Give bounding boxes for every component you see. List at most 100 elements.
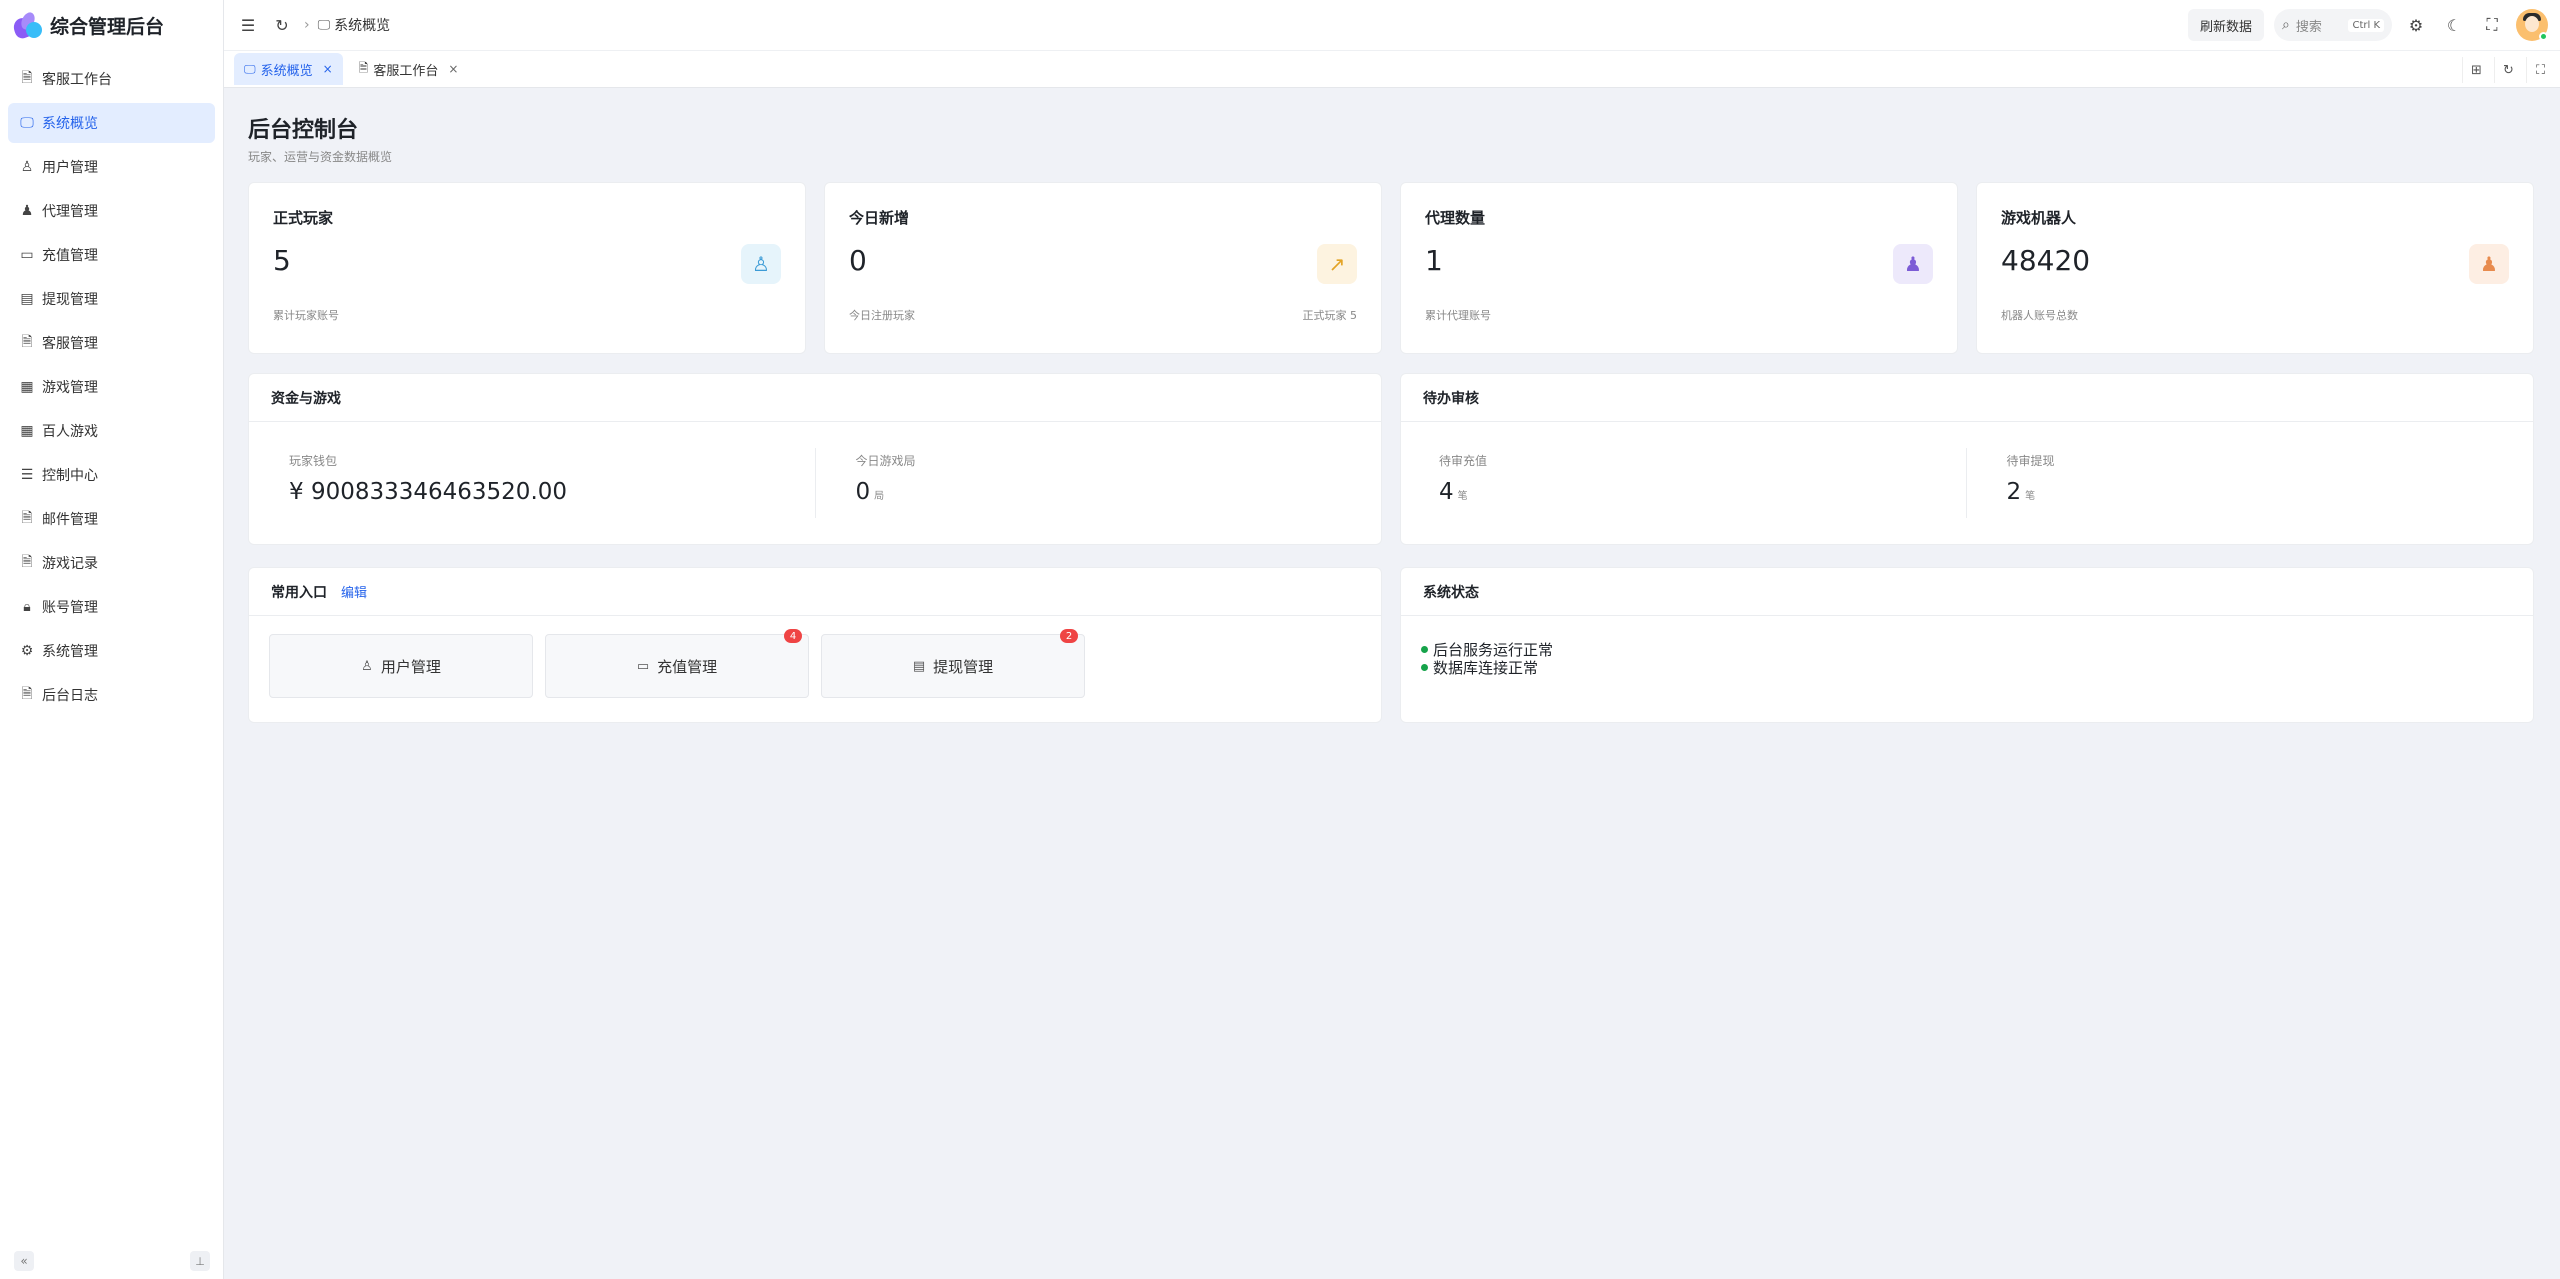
sidebar-item-agents[interactable]: ♟ 代理管理 (8, 191, 215, 231)
sidebar-item-label: 邮件管理 (42, 512, 98, 528)
stat-title: 今日新增 (849, 209, 910, 227)
close-icon[interactable]: × (323, 62, 333, 76)
panel-title: 待办审核 (1401, 374, 2533, 422)
search-input[interactable]: ⌕ 搜索 Ctrl K (2274, 9, 2392, 41)
tab-service-desk[interactable]: 🗎 客服工作台 × (349, 53, 469, 85)
collapse-sidebar-icon[interactable]: « (14, 1251, 34, 1271)
tab-label: 系统概览 (260, 63, 313, 79)
metric-label: 今日游戏局 (855, 454, 916, 468)
grid-icon: ▦ (20, 379, 34, 395)
sidebar-item-label: 账号管理 (42, 600, 98, 616)
breadcrumb-current[interactable]: 系统概览 (334, 15, 390, 35)
metric-label: 待审提现 (2006, 454, 2055, 468)
sidebar-item-service-mgmt[interactable]: 🗎 客服管理 (8, 323, 215, 363)
sidebar-item-label: 后台日志 (42, 688, 98, 704)
brand-logo-icon (11, 10, 44, 41)
sidebar-item-label: 控制中心 (42, 468, 98, 484)
stat-title: 正式玩家 (273, 209, 334, 227)
settings-gear-icon[interactable]: ⚙ (2402, 11, 2430, 39)
reload-icon[interactable]: ↻ (268, 11, 296, 39)
avatar[interactable] (2516, 9, 2548, 41)
stat-value: 0 (849, 244, 867, 277)
status-item: 数据库连接正常 (1421, 658, 2533, 677)
sidebar-item-users[interactable]: ♙ 用户管理 (8, 147, 215, 187)
dashboard-icon: 🖵 (244, 61, 256, 76)
edit-shortcuts-link[interactable]: 编辑 (341, 582, 367, 601)
doc-icon: 🗎 (21, 510, 33, 526)
tab-actions: ⊞ ↻ ⛶ (2462, 57, 2554, 83)
menu-toggle-icon[interactable]: ☰ (234, 11, 262, 39)
shortcut-users-button[interactable]: ♙ 用户管理 (269, 634, 533, 698)
sidebar-item-overview[interactable]: 🖵 系统概览 (8, 103, 215, 143)
sidebar-item-logs[interactable]: 🗎 后台日志 (8, 675, 215, 715)
sidebar-item-label: 代理管理 (42, 204, 98, 220)
sidebar-item-withdraw[interactable]: ▤ 提现管理 (8, 279, 215, 319)
bottom-row: 常用入口 编辑 ♙ 用户管理 ▭ 充值管理 4 ▤ 提现管理 2 系统状态 后台… (248, 567, 2536, 723)
sidebar-item-label: 客服管理 (42, 336, 98, 352)
system-status-panel: 系统状态 后台服务运行正常 数据库连接正常 (1400, 567, 2534, 723)
sidebar-item-label: 充值管理 (42, 248, 98, 264)
dark-mode-moon-icon[interactable]: ☾ (2440, 11, 2468, 39)
sidebar-item-system[interactable]: ⚙ 系统管理 (8, 631, 215, 671)
sidebar-item-games[interactable]: ▦ 游戏管理 (8, 367, 215, 407)
sidebar-item-control[interactable]: ☰ 控制中心 (8, 455, 215, 495)
brand[interactable]: 综合管理后台 (0, 0, 223, 50)
fullscreen-icon[interactable]: ⛶ (2478, 11, 2506, 39)
metric-value: 0 (855, 479, 871, 505)
sliders-icon: ☰ (20, 467, 34, 483)
stat-note: 机器人账号总数 (2001, 309, 2078, 322)
dashboard-icon: 🖵 (20, 115, 34, 131)
person-icon: ♟ (1893, 244, 1933, 284)
close-icon[interactable]: × (448, 62, 458, 76)
stat-title: 代理数量 (1425, 209, 1486, 227)
doc-icon: 🗎 (21, 334, 33, 350)
sidebar-item-recharge[interactable]: ▭ 充值管理 (8, 235, 215, 275)
wallet-icon: ▤ (912, 658, 926, 674)
pending-withdraw-metric[interactable]: 待审提现 2笔 (1965, 448, 2534, 518)
shortcut-recharge-button[interactable]: ▭ 充值管理 4 (545, 629, 809, 698)
metric-label: 玩家钱包 (289, 454, 338, 468)
status-ok-dot (1421, 645, 1428, 653)
panel-title: 常用入口 (271, 584, 327, 601)
sidebar-item-game-records[interactable]: 🗎 游戏记录 (8, 543, 215, 583)
metric-unit: 笔 (2025, 491, 2036, 502)
maximize-icon[interactable]: ⛶ (2526, 57, 2554, 83)
tab-label: 客服工作台 (373, 63, 439, 79)
shortcut-label: 充值管理 (657, 657, 718, 676)
search-placeholder: 搜索 (2295, 19, 2322, 35)
panel-header: 常用入口 编辑 (249, 568, 1381, 616)
person-icon: ♟ (20, 203, 34, 219)
reload-tab-icon[interactable]: ↻ (2494, 57, 2522, 83)
stat-card-robots: 游戏机器人 48420 机器人账号总数 ♟ (1976, 182, 2534, 354)
sidebar-item-mail[interactable]: 🗎 邮件管理 (8, 499, 215, 539)
tab-overview[interactable]: 🖵 系统概览 × (234, 53, 343, 85)
refresh-data-button[interactable]: 刷新数据 (2187, 9, 2264, 41)
pin-icon[interactable]: ⊥ (190, 1251, 210, 1271)
pending-panel: 待办审核 待审充值 4笔 待审提现 2笔 (1400, 373, 2534, 545)
shortcut-withdraw-button[interactable]: ▤ 提现管理 2 (821, 629, 1085, 698)
games-metric: 今日游戏局 0局 (814, 448, 1382, 518)
doc-icon: 🗎 (21, 70, 33, 86)
panel-title: 系统状态 (1401, 568, 2533, 616)
wallet-icon: ▤ (20, 291, 34, 307)
sidebar-item-label: 用户管理 (42, 160, 98, 176)
sidebar-item-service-desk[interactable]: 🗎 客服工作台 (8, 59, 215, 99)
sidebar-item-accounts[interactable]: 🔒︎ 账号管理 (8, 587, 215, 627)
panel-title: 资金与游戏 (249, 374, 1381, 422)
metric-value: ¥ 900833346463520.00 (289, 479, 568, 505)
page-title: 后台控制台 (248, 118, 359, 143)
metric-label: 待审充值 (1439, 454, 1488, 468)
page-tabs: 🖵 系统概览 × 🗎 客服工作台 × ⊞ ↻ ⛶ (224, 50, 2560, 88)
status-item: 后台服务运行正常 (1421, 640, 2533, 659)
status-list: 后台服务运行正常 数据库连接正常 (1401, 616, 2533, 677)
grid-view-icon[interactable]: ⊞ (2462, 57, 2490, 83)
header-actions: 刷新数据 ⌕ 搜索 Ctrl K ⚙ ☾ ⛶ (2187, 9, 2548, 41)
stat-title: 游戏机器人 (2001, 209, 2077, 227)
sidebar-item-label: 游戏管理 (42, 380, 98, 396)
grid-icon: ▦ (20, 423, 34, 439)
pending-recharge-metric[interactable]: 待审充值 4笔 (1401, 422, 1966, 544)
status-text: 数据库连接正常 (1433, 658, 1539, 677)
search-icon: ⌕ (2282, 17, 2290, 33)
stat-card-new-today: 今日新增 0 今日注册玩家 正式玩家 5 ↗ (824, 182, 1382, 354)
sidebar-item-hundred-games[interactable]: ▦ 百人游戏 (8, 411, 215, 451)
